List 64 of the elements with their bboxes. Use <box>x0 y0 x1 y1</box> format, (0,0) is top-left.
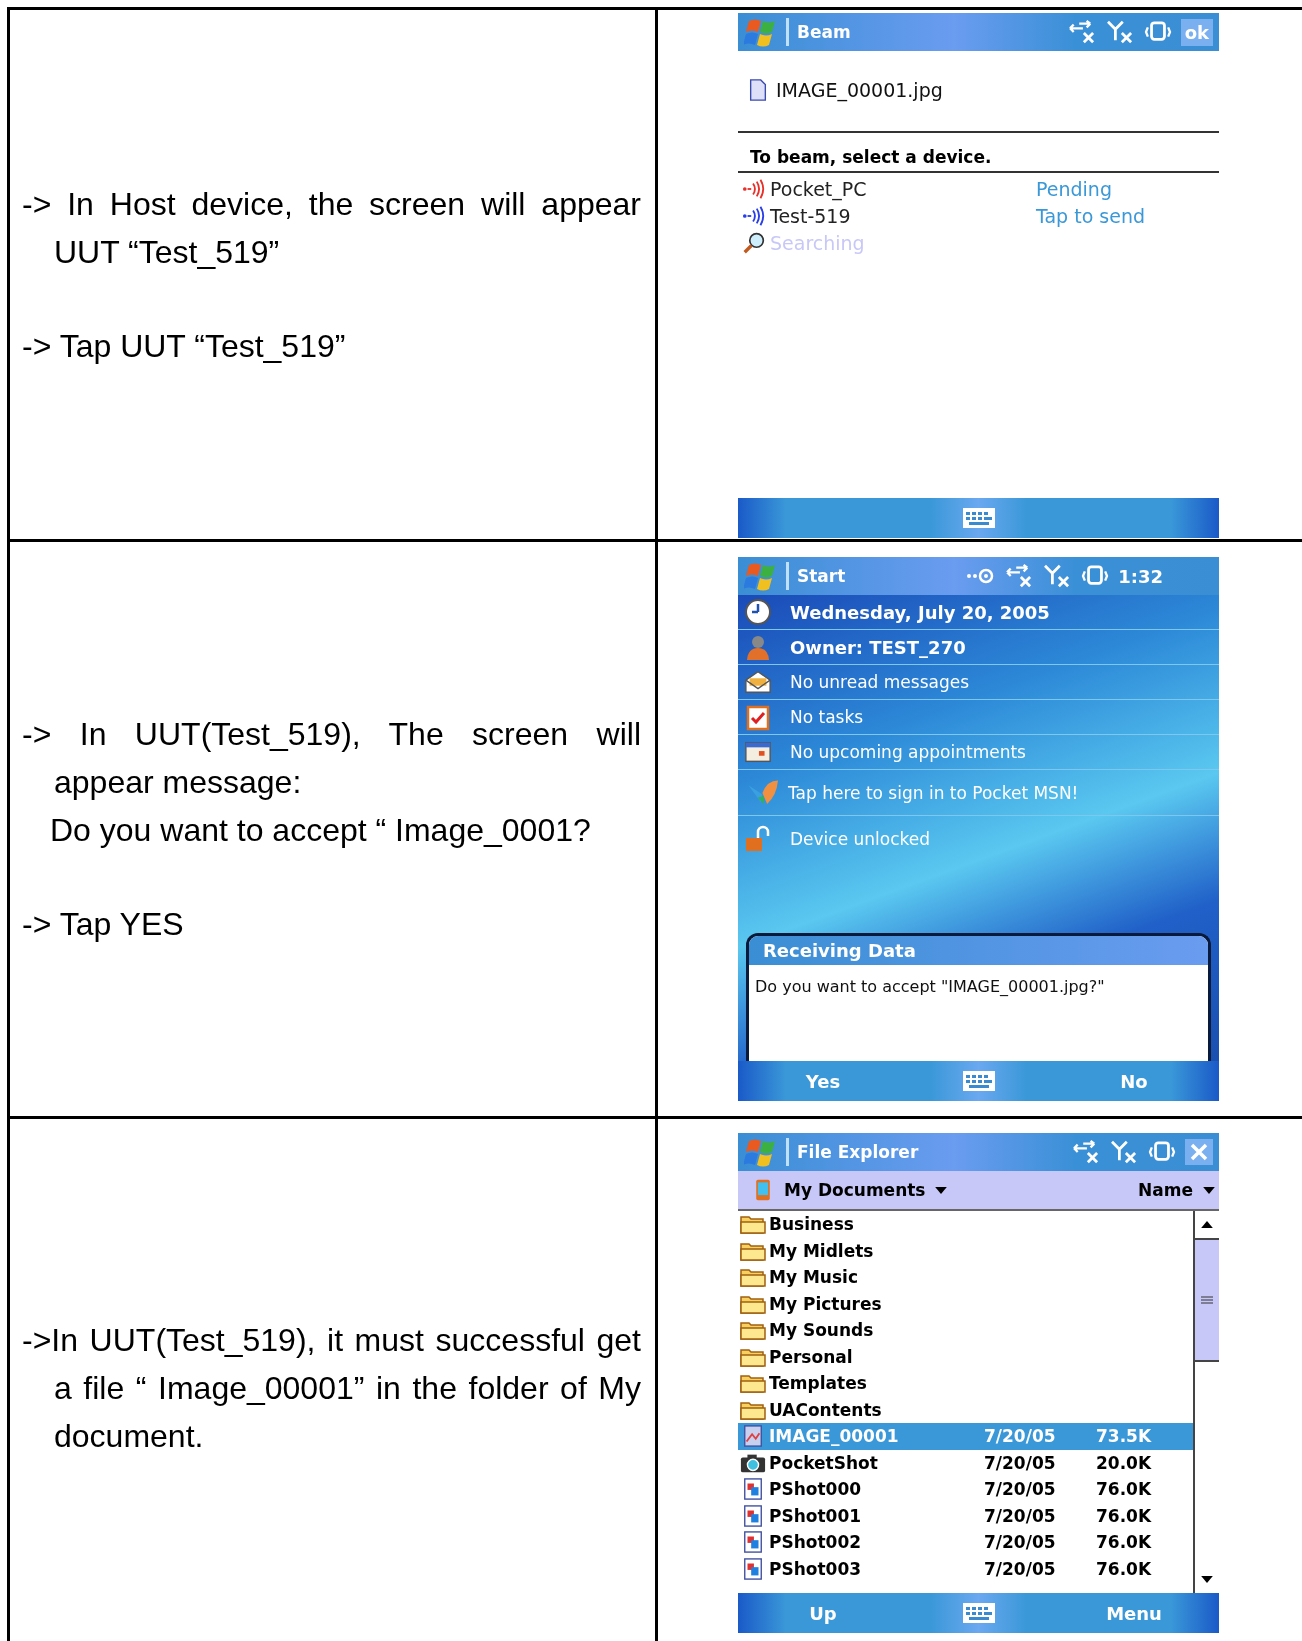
magnifier-icon <box>742 231 766 254</box>
instruction-text: Do you want to accept “ Image_0001? <box>49 811 592 850</box>
device-name[interactable]: Pocket_PC <box>770 177 1032 200</box>
folder-icon <box>740 1266 766 1289</box>
today-item[interactable]: Owner: TEST_270 <box>790 636 966 658</box>
sort-dropdown[interactable]: Name <box>1138 1180 1215 1200</box>
file-row[interactable]: PShot001 7/20/05 76.0K <box>738 1502 1193 1529</box>
instruction-text: ->In UUT(Test_519), it must successful get a file “ Image_00001” in the folder of My document. <box>22 1320 641 1456</box>
file-row[interactable]: Business <box>738 1211 1193 1238</box>
file-row[interactable]: PShot002 7/20/05 76.0K <box>738 1529 1193 1556</box>
file-row[interactable]: My Sounds <box>738 1317 1193 1344</box>
connection-icon[interactable] <box>1066 20 1097 44</box>
caret-icon <box>935 1186 948 1194</box>
window-title: Start <box>797 566 846 586</box>
file-row[interactable]: PocketShot 7/20/05 20.0K <box>738 1449 1193 1476</box>
dialog-title: Receiving Data <box>749 936 1208 965</box>
today-item[interactable]: Wednesday, July 20, 2005 <box>790 601 1050 623</box>
instruction-text: -> Tap UUT “Test_519” <box>22 326 347 366</box>
folder-icon <box>740 1319 766 1342</box>
windows-flag-icon[interactable] <box>744 561 778 591</box>
file-row[interactable]: Personal <box>738 1343 1193 1370</box>
instruction-text: -> In UUT(Test_519), The screen will appear message: <box>22 715 641 802</box>
device-status: Pending <box>1036 177 1112 200</box>
antenna-icon[interactable] <box>1104 20 1135 44</box>
scroll-up-arrow-icon[interactable] <box>1201 1221 1213 1228</box>
file-name: IMAGE_00001.jpg <box>776 79 943 101</box>
folder-icon <box>740 1213 766 1236</box>
today-item[interactable]: No unread messages <box>790 672 969 692</box>
caret-icon <box>1203 1186 1215 1194</box>
file-row[interactable]: UAContents <box>738 1396 1193 1423</box>
windows-flag-icon[interactable] <box>744 17 778 47</box>
padlock-icon <box>744 825 772 853</box>
window-title: File Explorer <box>797 1142 919 1162</box>
file-row[interactable]: PShot000 7/20/05 76.0K <box>738 1476 1193 1503</box>
antenna-icon[interactable] <box>1109 1140 1139 1164</box>
checklist-icon <box>744 703 772 731</box>
close-button[interactable] <box>1185 1139 1213 1165</box>
window-title: Beam <box>797 22 851 42</box>
device-status: Tap to send <box>1036 204 1145 227</box>
envelope-icon <box>744 668 772 696</box>
file-row[interactable]: My Pictures <box>738 1290 1193 1317</box>
instruction-text: -> Tap YES <box>22 905 185 944</box>
folder-dropdown[interactable]: My Documents <box>784 1180 948 1200</box>
file-row[interactable]: My Music <box>738 1264 1193 1291</box>
device-name[interactable]: Test-519 <box>770 204 1032 227</box>
folder-icon <box>740 1372 766 1395</box>
keyboard-icon[interactable] <box>962 508 995 528</box>
today-item[interactable]: No tasks <box>790 707 864 727</box>
beam-prompt: To beam, select a device. <box>738 133 1219 173</box>
keyboard-icon[interactable] <box>962 1071 995 1091</box>
dialog-message: Do you want to accept "IMAGE_00001.jpg?" <box>754 976 1106 998</box>
windows-flag-icon[interactable] <box>744 1137 778 1167</box>
today-item[interactable]: No upcoming appointments <box>790 742 1026 762</box>
instruction-text: -> In Host device, the screen will appear UUT “Test_519” <box>22 184 641 272</box>
keyboard-icon[interactable] <box>962 1603 995 1623</box>
connection-icon[interactable] <box>1071 1140 1101 1164</box>
scrollbar[interactable] <box>1193 1211 1219 1593</box>
person-icon <box>744 633 772 661</box>
file-row[interactable]: My Midlets <box>738 1237 1193 1264</box>
clock-icon <box>744 598 772 626</box>
file-row[interactable]: PShot003 7/20/05 76.0K <box>738 1555 1193 1582</box>
grip-icon[interactable] <box>1200 1296 1214 1304</box>
file-row[interactable]: Templates <box>738 1370 1193 1397</box>
scroll-down-arrow-icon[interactable] <box>1201 1576 1213 1583</box>
